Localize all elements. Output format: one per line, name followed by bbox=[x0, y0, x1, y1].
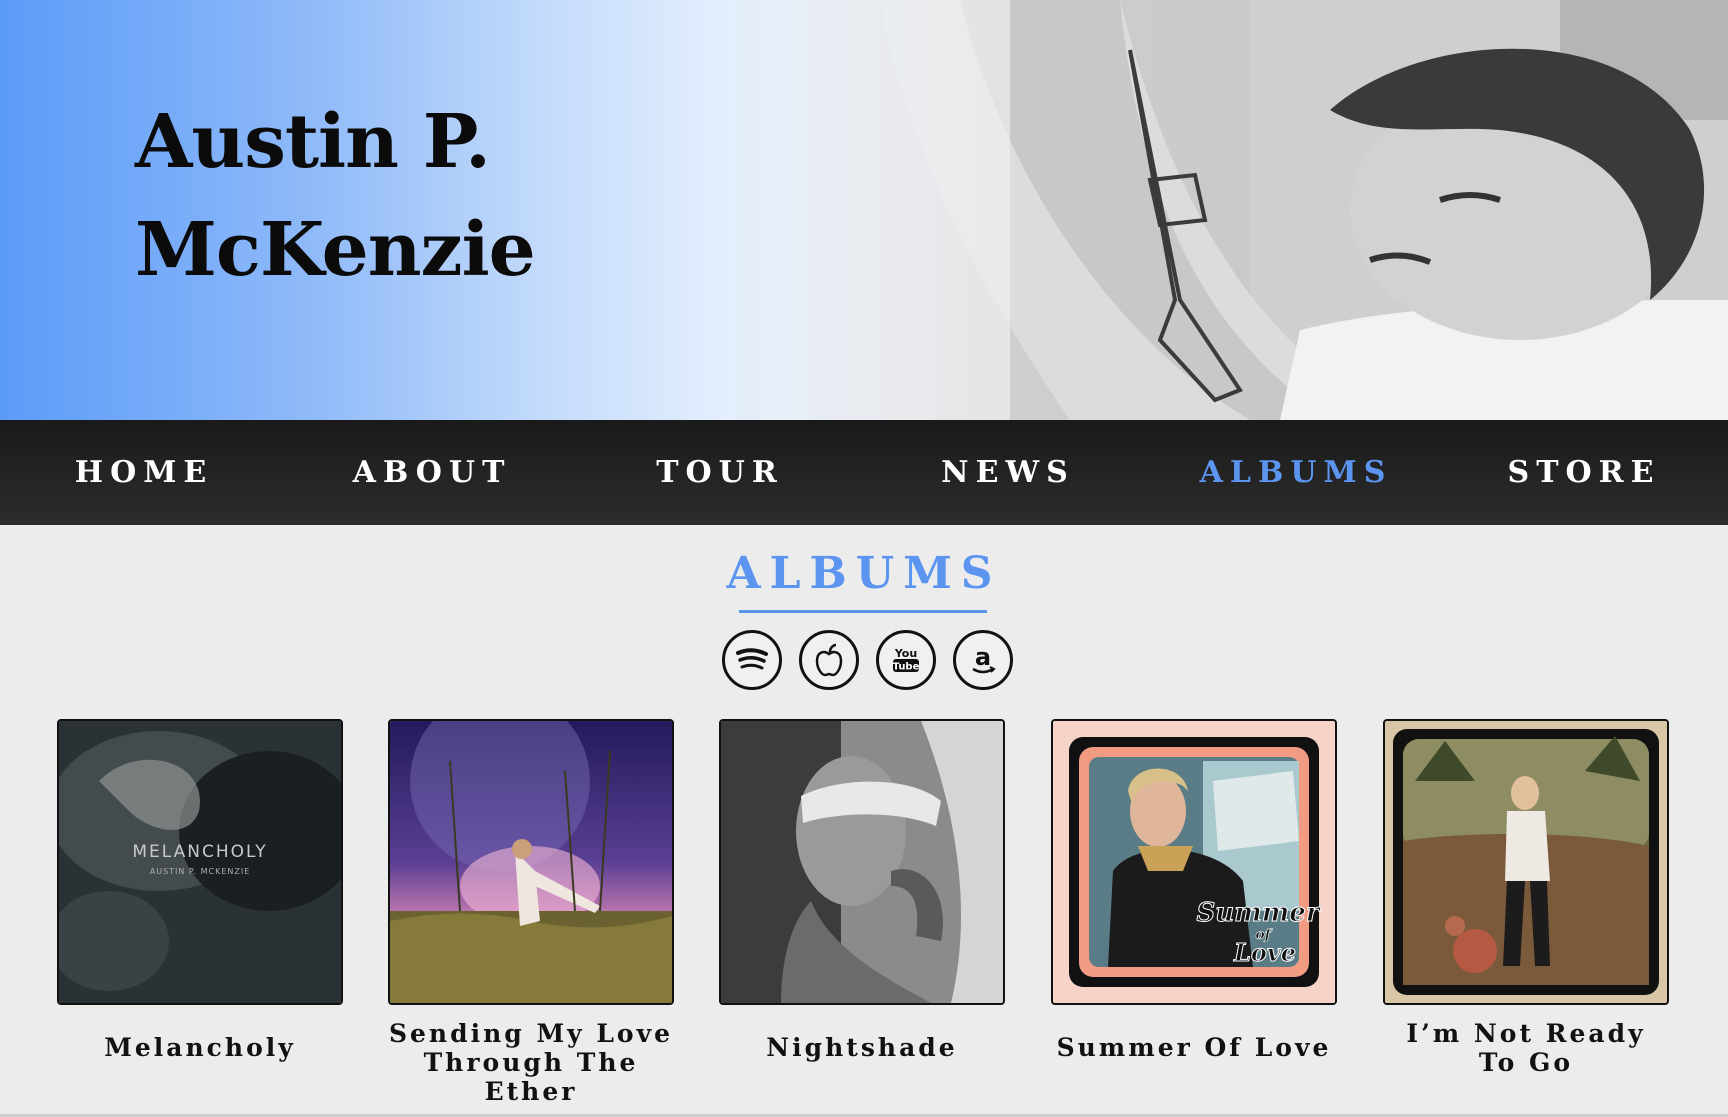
album-title: Nightshade bbox=[719, 1033, 1005, 1062]
nav-tour[interactable]: TOUR bbox=[576, 455, 864, 490]
album-cover-text-1: Summer bbox=[1197, 898, 1322, 928]
nav-store[interactable]: STORE bbox=[1440, 455, 1728, 490]
album-title-line1: Melancholy bbox=[104, 1033, 296, 1062]
album-title-line2: To Go bbox=[1478, 1048, 1574, 1077]
album-title-line1: Sending My Love bbox=[388, 1019, 674, 1048]
album-card[interactable]: Sending My Love Through The Ether bbox=[388, 719, 674, 1106]
artist-name-line2: McKenzie bbox=[135, 207, 536, 293]
artist-name: Austin P. McKenzie bbox=[135, 88, 635, 304]
artist-name-line1: Austin P. bbox=[135, 99, 491, 185]
nav-albums[interactable]: ALBUMS bbox=[1152, 455, 1440, 490]
main-nav: HOME ABOUT TOUR NEWS ALBUMS STORE bbox=[0, 420, 1728, 525]
album-cover[interactable] bbox=[719, 719, 1005, 1005]
album-card[interactable]: Nightshade bbox=[719, 719, 1005, 1062]
album-title: Melancholy bbox=[57, 1033, 343, 1062]
album-cover-artist: AUSTIN P. MCKENZIE bbox=[150, 867, 251, 876]
album-card[interactable]: MELANCHOLY AUSTIN P. MCKENZIE Melancholy bbox=[57, 719, 343, 1062]
spotify-icon[interactable] bbox=[722, 630, 782, 690]
album-title: Sending My Love Through The Ether bbox=[388, 1019, 674, 1106]
album-cover[interactable] bbox=[388, 719, 674, 1005]
svg-text:a: a bbox=[975, 644, 991, 671]
nav-news[interactable]: NEWS bbox=[864, 455, 1152, 490]
album-title-line1: I’m Not Ready bbox=[1406, 1019, 1646, 1048]
svg-text:You: You bbox=[894, 647, 917, 660]
nav-about[interactable]: ABOUT bbox=[288, 455, 576, 490]
apple-music-icon[interactable] bbox=[799, 630, 859, 690]
album-title: Summer Of Love bbox=[1051, 1033, 1337, 1062]
album-card[interactable]: I’m Not Ready To Go bbox=[1383, 719, 1669, 1077]
album-cover-text-3: Love bbox=[1233, 938, 1296, 967]
album-cover[interactable]: Summer of Love bbox=[1051, 719, 1337, 1005]
section-title: ALBUMS bbox=[726, 548, 1002, 599]
album-title-line1: Summer Of Love bbox=[1056, 1033, 1332, 1062]
nav-home[interactable]: HOME bbox=[0, 455, 288, 490]
album-title: I’m Not Ready To Go bbox=[1383, 1019, 1669, 1077]
album-cover-title: MELANCHOLY bbox=[132, 842, 267, 862]
youtube-icon[interactable]: You Tube bbox=[876, 630, 936, 690]
svg-text:Tube: Tube bbox=[893, 662, 920, 673]
amazon-music-icon[interactable]: a bbox=[953, 630, 1013, 690]
hero-banner: Austin P. McKenzie bbox=[0, 0, 1728, 420]
album-title-line1: Nightshade bbox=[766, 1033, 958, 1062]
album-card[interactable]: Summer of Love Summer Of Love bbox=[1051, 719, 1337, 1062]
streaming-links: You Tube a bbox=[722, 630, 1013, 690]
album-cover[interactable] bbox=[1383, 719, 1669, 1005]
album-cover[interactable]: MELANCHOLY AUSTIN P. MCKENZIE bbox=[57, 719, 343, 1005]
title-underline bbox=[739, 610, 987, 613]
album-title-line2: Through The Ether bbox=[423, 1048, 639, 1106]
